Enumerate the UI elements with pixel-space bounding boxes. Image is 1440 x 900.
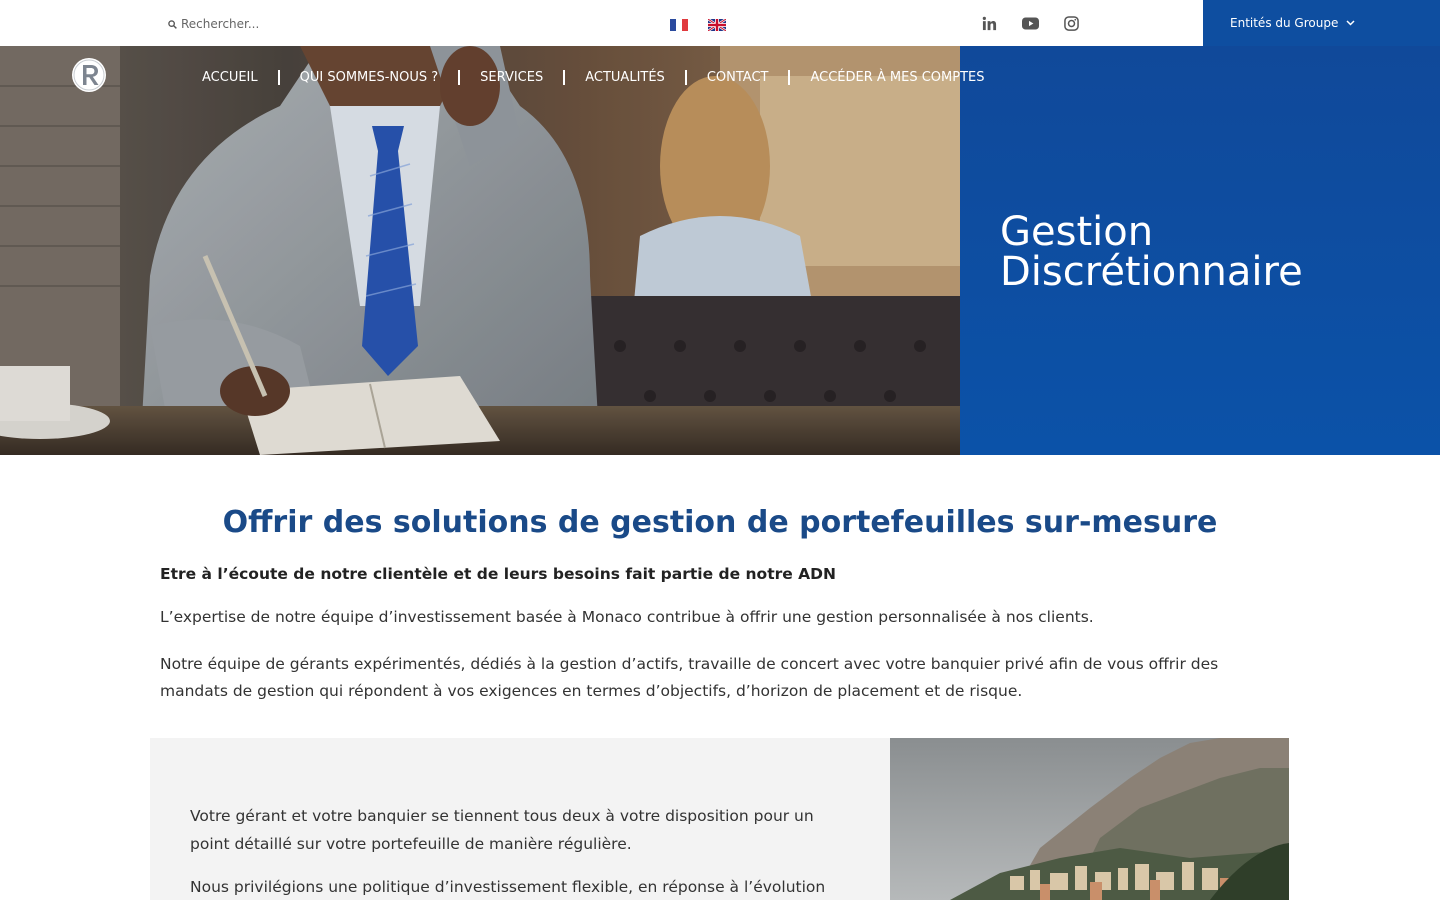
nav-acceder-comptes[interactable]: ACCÉDER À MES COMPTES [810,70,984,85]
nav-divider [458,69,461,85]
search-input[interactable] [181,17,381,31]
paragraph-expertise: L’expertise de notre équipe d’investisse… [160,608,1094,626]
social-links [981,15,1080,32]
nav-divider [788,69,791,85]
group-entities-dropdown[interactable]: Entités du Groupe [1203,0,1440,46]
nav-accueil[interactable]: ACCUEIL [202,70,258,85]
hero-title-line1: Gestion [1000,209,1154,255]
group-entities-label: Entités du Groupe [1230,16,1339,30]
site-logo[interactable] [71,57,107,93]
main-navigation: ACCUEIL QUI SOMMES-NOUS ? SERVICES ACTUA… [202,69,985,85]
card-paragraph-policy: Nous privilégions une politique d’invest… [190,878,826,896]
instagram-icon[interactable] [1063,15,1080,32]
lead-text: Etre à l’écoute de notre clientèle et de… [160,565,836,583]
nav-actualites[interactable]: ACTUALITÉS [585,70,665,85]
section-headline: Offrir des solutions de gestion de porte… [222,505,1218,540]
hero-title: Gestion Discrétionnaire [1000,212,1303,292]
hero-photo-businessman [0,46,960,455]
french-flag-icon[interactable] [670,19,688,31]
language-switcher [670,19,726,31]
nav-divider [684,69,687,85]
uk-flag-icon[interactable] [708,19,726,31]
nav-contact[interactable]: CONTACT [707,70,769,85]
linkedin-icon[interactable] [981,15,998,32]
nav-qui-sommes-nous[interactable]: QUI SOMMES-NOUS ? [300,70,439,85]
hero-title-line2: Discrétionnaire [1000,249,1303,295]
chevron-down-icon [1346,20,1355,26]
nav-divider [563,69,566,85]
nav-divider [277,69,280,85]
card-paragraph-advisor: Votre gérant et votre banquier se tienne… [190,807,814,853]
monaco-photo [890,738,1289,900]
search-box[interactable] [168,17,381,31]
search-icon [168,19,177,29]
top-bar: Entités du Groupe [0,0,1440,46]
nav-services[interactable]: SERVICES [480,70,543,85]
paragraph-team: Notre équipe de gérants expérimentés, dé… [160,655,1219,700]
youtube-icon[interactable] [1022,15,1039,32]
